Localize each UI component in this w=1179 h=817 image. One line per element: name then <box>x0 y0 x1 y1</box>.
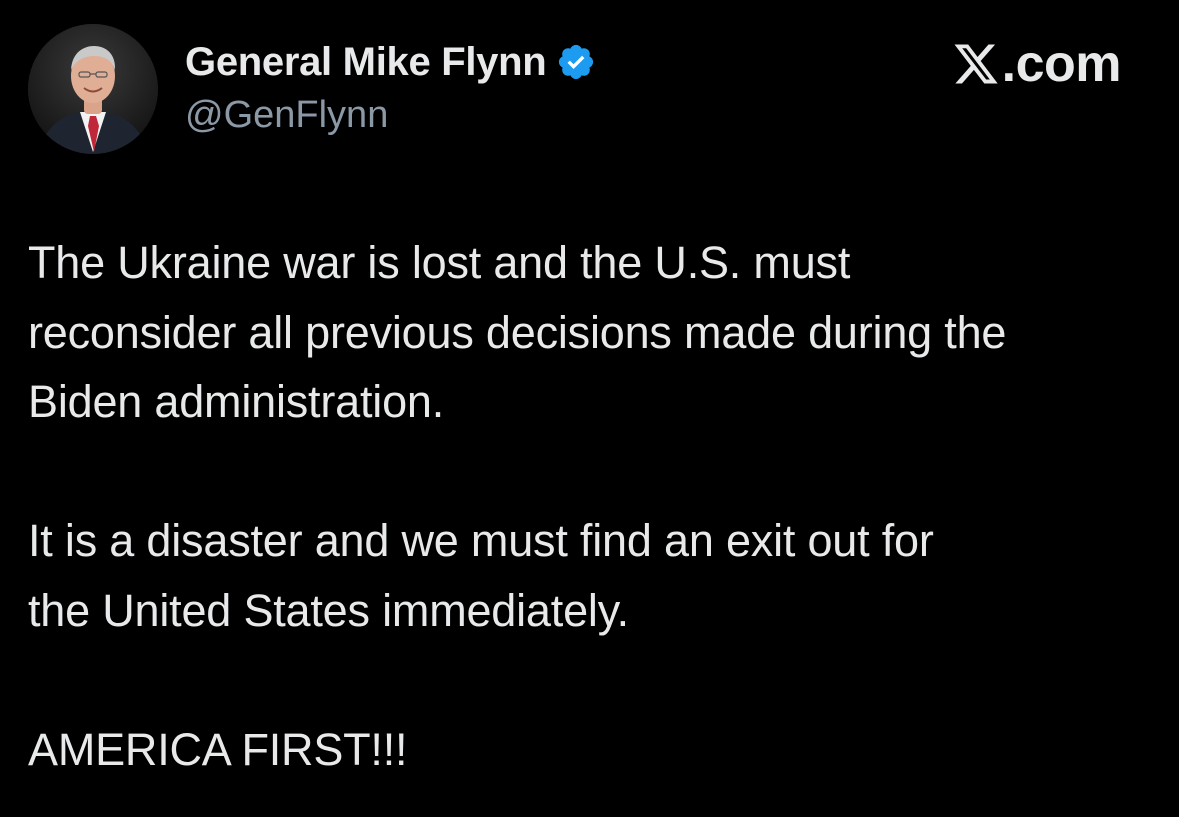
x-com-brand: .com <box>952 34 1122 94</box>
tweet-paragraph: AMERICA FIRST!!! <box>28 723 408 775</box>
tweet-text: The Ukraine war is lost and the U.S. mus… <box>28 228 1158 784</box>
brand-domain-text: .com <box>1001 35 1122 93</box>
avatar[interactable] <box>28 24 158 154</box>
verified-badge-icon <box>556 42 596 82</box>
x-logo-icon <box>952 40 1000 88</box>
author-display-name[interactable]: General Mike Flynn <box>185 40 547 85</box>
tweet-card: General Mike Flynn @GenFlynn .com The Uk… <box>0 0 1179 817</box>
author-handle[interactable]: @GenFlynn <box>185 94 388 137</box>
author-name-row[interactable]: General Mike Flynn <box>185 40 596 84</box>
tweet-paragraph: It is a disaster and we must find an exi… <box>28 515 934 636</box>
avatar-portrait-icon <box>28 24 158 154</box>
tweet-paragraph: The Ukraine war is lost and the U.S. mus… <box>28 237 1007 427</box>
